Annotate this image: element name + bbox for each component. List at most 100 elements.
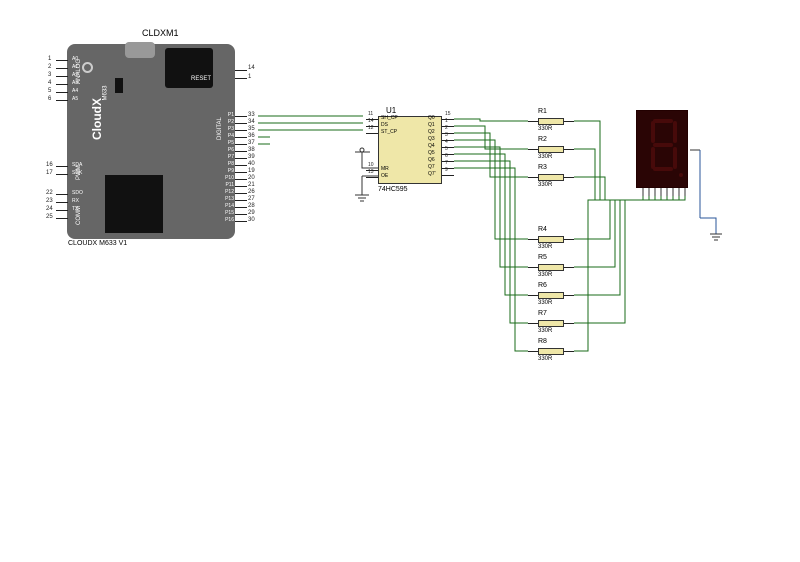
pin-stub [56, 202, 68, 203]
pin-stub [235, 186, 247, 187]
ic-right-pin-Q3: Q3 [428, 136, 435, 142]
pin-stub [56, 166, 68, 167]
pin-stub [56, 76, 68, 77]
ic-right-pin-Q2: Q2 [428, 129, 435, 135]
reset-label: RESET [191, 76, 211, 82]
res-name-R5: R5 [538, 254, 547, 261]
analog-pin-A5: A5 [72, 96, 78, 102]
pin-stub [235, 137, 247, 138]
pin-stub [56, 84, 68, 85]
pin-stub [235, 165, 247, 166]
res-val-R5: 330R [538, 272, 552, 278]
cloudx-logo: CloudX [90, 98, 104, 140]
digital-pin-P7: P7 [218, 154, 234, 160]
pin-stub [235, 200, 247, 201]
digital-num: 20 [248, 175, 255, 181]
ic-left-pin-ST_CP: ST_CP [381, 129, 397, 135]
digital-pin-P14: P14 [218, 203, 234, 209]
analog-pin-A4: A4 [72, 88, 78, 94]
ic-right-pin-Q7: Q7 [428, 164, 435, 170]
digital-num: 27 [248, 196, 255, 202]
ic-pin-stub [442, 175, 454, 176]
res-val-R8: 330R [538, 356, 552, 362]
digital-pin-P5: P5 [218, 140, 234, 146]
digital-pin-P10: P10 [218, 175, 234, 181]
mcu-small-comp [115, 78, 123, 93]
analog-num: 3 [48, 72, 51, 78]
pin-stub [56, 174, 68, 175]
ic-left-num: 14 [368, 118, 374, 124]
pin-stub [235, 116, 247, 117]
analog-num: 1 [48, 56, 51, 62]
ic-left-pin-MR: MR [381, 166, 389, 172]
digital-num: 38 [248, 147, 255, 153]
ic-left-pin-SH_CP: SH_CP [381, 115, 398, 121]
comm-pin: SDA [72, 162, 82, 168]
pin-stub [56, 92, 68, 93]
analog-pin-A2: A2 [72, 72, 78, 78]
analog-num: 5 [48, 88, 51, 94]
res-name-R1: R1 [538, 108, 547, 115]
digital-num: 37 [248, 140, 255, 146]
analog-num: 2 [48, 64, 51, 70]
digital-num: 26 [248, 189, 255, 195]
digital-num: 19 [248, 168, 255, 174]
comm-num: 16 [46, 162, 53, 168]
ic-pin-stub [366, 133, 378, 134]
digital-pin-P6: P6 [218, 147, 234, 153]
res-val-R6: 330R [538, 300, 552, 306]
ic-right-num: 1 [445, 118, 448, 124]
comm-pin: TX [72, 206, 78, 212]
res-name-R3: R3 [538, 164, 547, 171]
ic-right-pin-Q0: Q0 [428, 115, 435, 121]
digital-pin-P3: P3 [218, 126, 234, 132]
digital-pin-P12: P12 [218, 189, 234, 195]
mcu-black-box [165, 48, 213, 88]
mcu-designator: CLDXM1 [142, 28, 179, 38]
res-name-R7: R7 [538, 310, 547, 317]
resistor-R6 [538, 292, 564, 299]
digital-num: 39 [248, 154, 255, 160]
digital-num: 21 [248, 182, 255, 188]
pin-stub [56, 210, 68, 211]
digital-pin-P11: P11 [218, 182, 234, 188]
ic-right-num: 5 [445, 146, 448, 152]
res-name-R2: R2 [538, 136, 547, 143]
pin-stub [56, 218, 68, 219]
ic-pin-stub [442, 161, 454, 162]
ic-right-pin-Q1: Q1 [428, 122, 435, 128]
pin-stub [56, 60, 68, 61]
res-val-R3: 330R [538, 182, 552, 188]
pin-stub [235, 144, 247, 145]
comm-pin: SCK [72, 170, 82, 176]
mcu-sub: M633 [103, 85, 109, 100]
digital-num: 30 [248, 217, 255, 223]
ic-right-pin-Q7': Q7' [428, 171, 436, 177]
comm-pin: RX [72, 198, 79, 204]
analog-num: 6 [48, 96, 51, 102]
digital-num: 40 [248, 161, 255, 167]
ic-right-num: 15 [445, 111, 451, 117]
ic-pin-stub [442, 119, 454, 120]
digital-num: 33 [248, 112, 255, 118]
ic-pin-stub [442, 126, 454, 127]
pin-stub [235, 151, 247, 152]
analog-num: 4 [48, 80, 51, 86]
top-pin-1: 1 [248, 74, 251, 80]
res-name-R6: R6 [538, 282, 547, 289]
mcu-footnote: CLOUDX M633 V1 [68, 240, 127, 247]
mcu-usb [125, 42, 155, 58]
digital-pin-P13: P13 [218, 196, 234, 202]
pin-stub [235, 214, 247, 215]
ic-right-num: 7 [445, 160, 448, 166]
digital-pin-P16: P16 [218, 217, 234, 223]
ic-right-pin-Q6: Q6 [428, 157, 435, 163]
ic-right-num: 4 [445, 139, 448, 145]
digital-num: 35 [248, 126, 255, 132]
res-name-R4: R4 [538, 226, 547, 233]
pin-stub [235, 179, 247, 180]
comm-num: 17 [46, 170, 53, 176]
ic-pin-stub [442, 154, 454, 155]
comm-num: 24 [46, 206, 53, 212]
digital-num: 36 [248, 133, 255, 139]
